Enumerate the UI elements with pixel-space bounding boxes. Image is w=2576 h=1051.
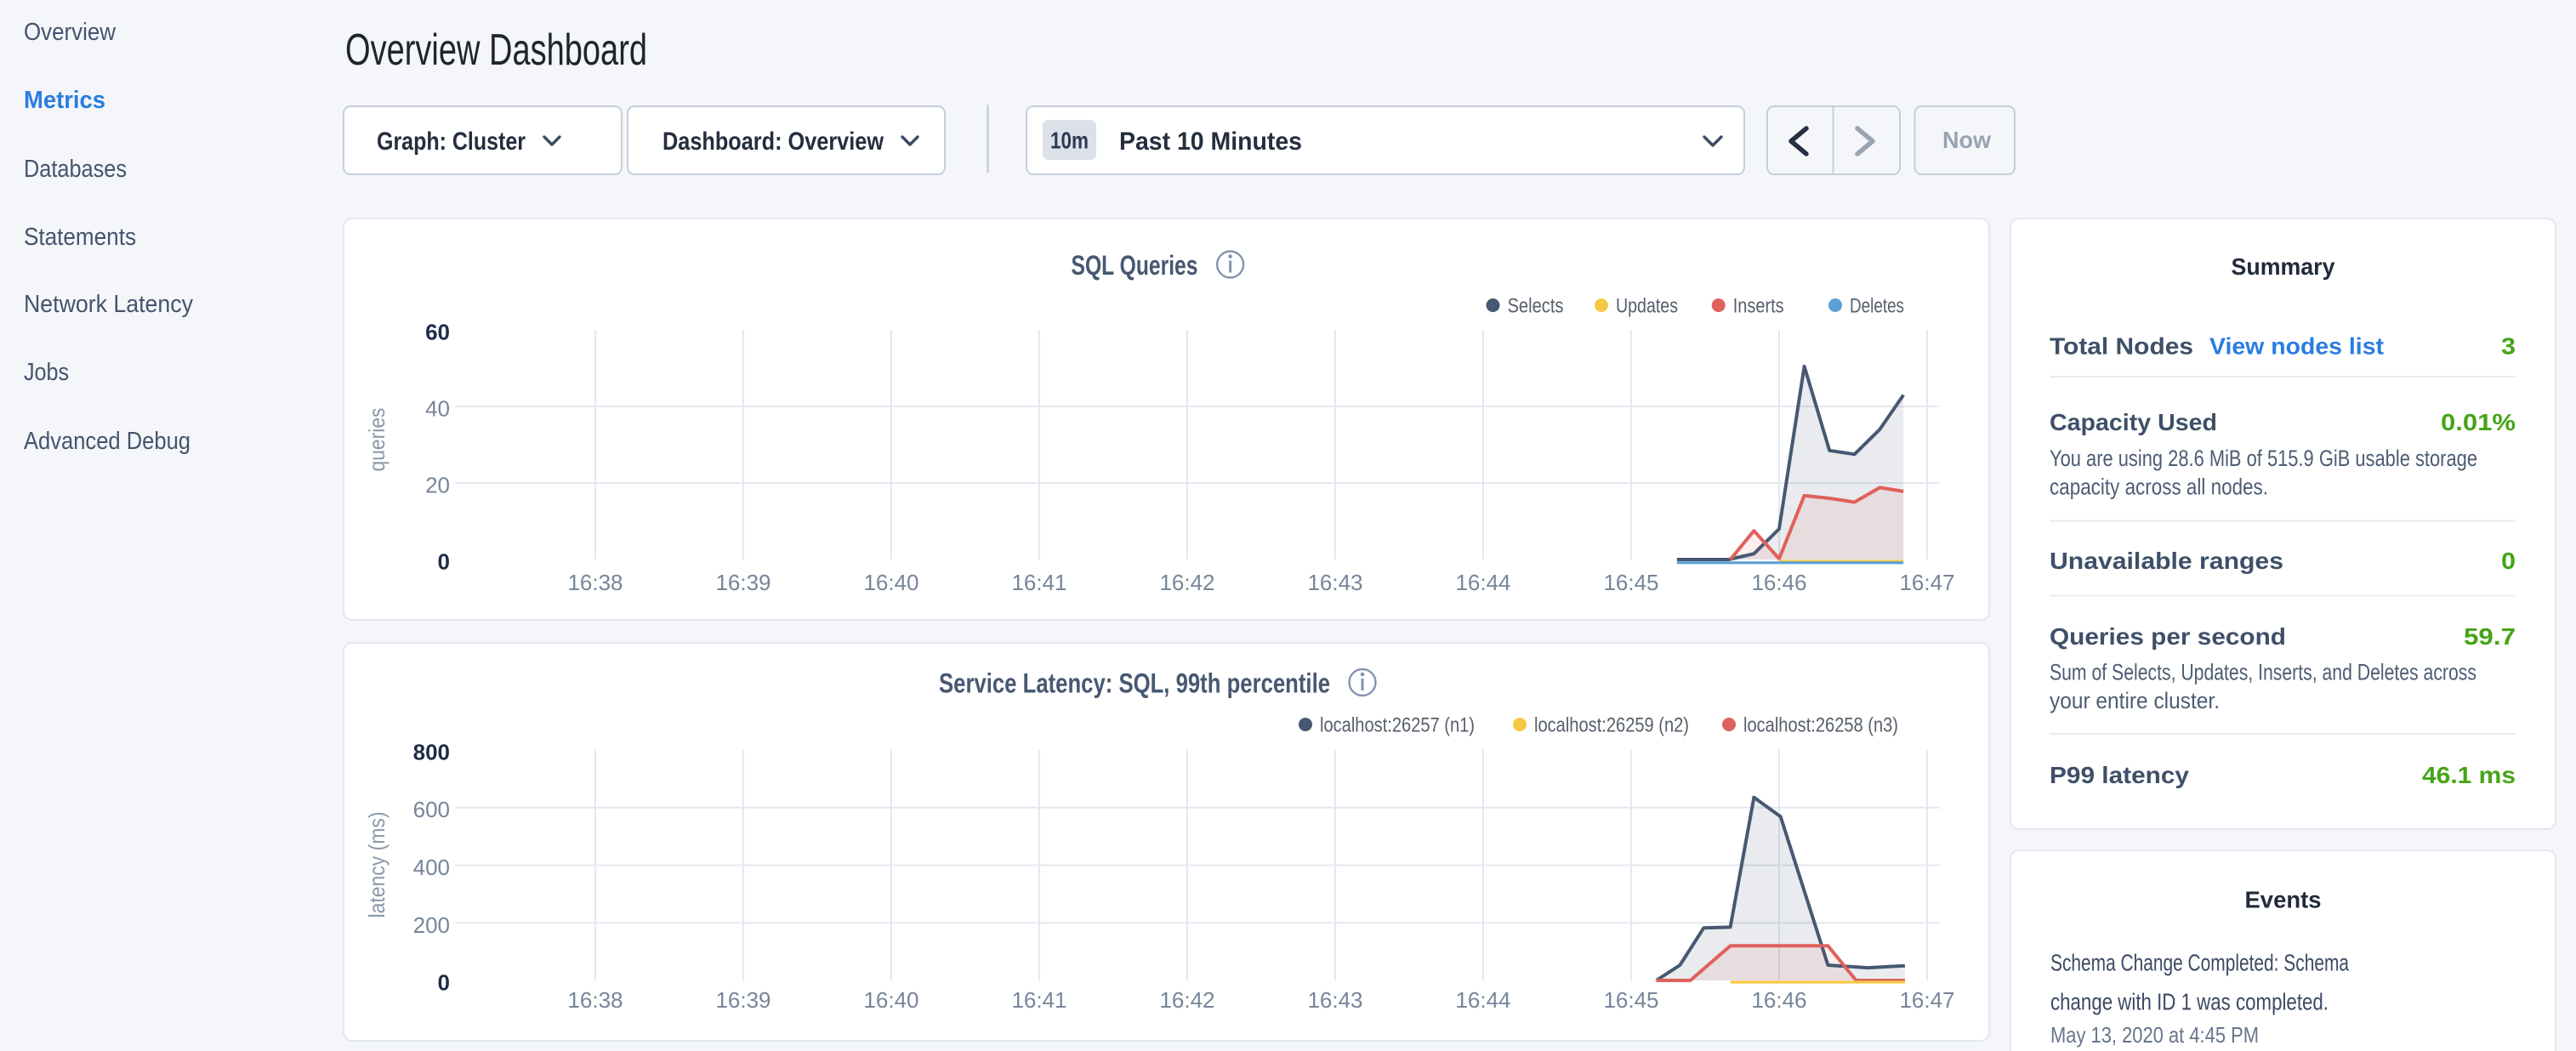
svg-text:Past 10 Minutes: Past 10 Minutes [1119, 128, 1302, 156]
svg-text:queries: queries [364, 408, 390, 472]
svg-text:16:40: 16:40 [863, 570, 918, 595]
svg-text:View nodes list: View nodes list [2209, 333, 2384, 360]
svg-text:Network Latency: Network Latency [24, 291, 193, 318]
svg-text:20: 20 [425, 473, 450, 498]
svg-text:10m: 10m [1050, 128, 1089, 154]
svg-text:200: 200 [413, 912, 450, 938]
svg-text:change with ID 1 was completed: change with ID 1 was completed. [2050, 989, 2329, 1015]
svg-text:16:38: 16:38 [567, 570, 623, 595]
svg-text:P99 latency: P99 latency [2050, 762, 2189, 788]
svg-text:16:41: 16:41 [1011, 987, 1066, 1013]
svg-text:your entire cluster.: your entire cluster. [2050, 688, 2220, 713]
svg-text:16:47: 16:47 [1899, 570, 1954, 595]
svg-text:Summary: Summary [2232, 253, 2335, 280]
svg-text:Updates: Updates [1616, 295, 1678, 318]
svg-text:46.1 ms: 46.1 ms [2422, 762, 2516, 788]
svg-text:16:42: 16:42 [1159, 987, 1214, 1013]
svg-text:Selects: Selects [1508, 295, 1564, 318]
svg-text:Queries per second: Queries per second [2050, 623, 2286, 650]
svg-text:SQL Queries: SQL Queries [1072, 250, 1198, 281]
svg-text:Graph: Cluster: Graph: Cluster [377, 128, 526, 156]
svg-text:Advanced Debug: Advanced Debug [24, 428, 190, 455]
svg-text:Unavailable ranges: Unavailable ranges [2050, 548, 2283, 574]
svg-text:0.01%: 0.01% [2441, 409, 2516, 435]
svg-text:16:46: 16:46 [1751, 570, 1806, 595]
svg-text:16:46: 16:46 [1751, 987, 1806, 1013]
svg-text:Sum of Selects, Updates, Inser: Sum of Selects, Updates, Inserts, and De… [2050, 660, 2476, 685]
svg-text:400: 400 [413, 855, 450, 880]
svg-text:16:45: 16:45 [1603, 987, 1658, 1013]
svg-text:Events: Events [2245, 887, 2322, 913]
svg-text:0: 0 [2501, 548, 2516, 574]
svg-text:16:43: 16:43 [1307, 987, 1362, 1013]
svg-text:60: 60 [425, 320, 450, 345]
svg-text:localhost:26257 (n1): localhost:26257 (n1) [1320, 714, 1475, 737]
svg-text:Metrics: Metrics [24, 87, 105, 114]
svg-text:Overview Dashboard: Overview Dashboard [345, 26, 647, 75]
svg-text:59.7: 59.7 [2464, 623, 2516, 650]
svg-text:Statements: Statements [24, 224, 136, 251]
svg-text:latency (ms): latency (ms) [364, 812, 390, 918]
svg-text:Inserts: Inserts [1733, 295, 1784, 318]
svg-text:Overview: Overview [24, 19, 117, 46]
svg-text:capacity across all nodes.: capacity across all nodes. [2050, 474, 2268, 500]
svg-text:Jobs: Jobs [24, 359, 69, 386]
svg-text:16:44: 16:44 [1455, 987, 1510, 1013]
svg-text:16:44: 16:44 [1455, 570, 1510, 595]
svg-text:16:38: 16:38 [567, 987, 623, 1013]
svg-text:Databases: Databases [24, 156, 127, 183]
svg-text:Deletes: Deletes [1850, 295, 1904, 318]
svg-text:Now: Now [1942, 127, 1991, 153]
svg-text:16:39: 16:39 [715, 987, 771, 1013]
svg-text:0: 0 [438, 549, 450, 575]
svg-text:600: 600 [413, 797, 450, 822]
svg-text:Capacity Used: Capacity Used [2050, 409, 2217, 435]
svg-text:Schema Change Completed: Schem: Schema Change Completed: Schema [2050, 950, 2349, 976]
svg-text:16:47: 16:47 [1899, 987, 1954, 1013]
svg-text:Total Nodes: Total Nodes [2050, 333, 2193, 360]
svg-text:16:39: 16:39 [715, 570, 771, 595]
svg-text:16:40: 16:40 [863, 987, 918, 1013]
svg-text:Service Latency: SQL, 99th per: Service Latency: SQL, 99th percentile [939, 668, 1330, 699]
svg-text:You are using 28.6 MiB of 515.: You are using 28.6 MiB of 515.9 GiB usab… [2050, 446, 2477, 471]
svg-text:16:41: 16:41 [1011, 570, 1066, 595]
svg-text:0: 0 [438, 970, 450, 996]
svg-text:localhost:26258 (n3): localhost:26258 (n3) [1743, 714, 1898, 737]
svg-text:May 13, 2020 at 4:45 PM: May 13, 2020 at 4:45 PM [2050, 1022, 2259, 1048]
svg-text:40: 40 [425, 396, 450, 422]
svg-text:800: 800 [413, 740, 450, 765]
svg-text:Dashboard: Overview: Dashboard: Overview [662, 128, 884, 156]
svg-text:16:43: 16:43 [1307, 570, 1362, 595]
svg-text:3: 3 [2501, 333, 2516, 360]
svg-text:localhost:26259 (n2): localhost:26259 (n2) [1534, 714, 1689, 737]
svg-text:16:45: 16:45 [1603, 570, 1658, 595]
svg-text:16:42: 16:42 [1159, 570, 1214, 595]
